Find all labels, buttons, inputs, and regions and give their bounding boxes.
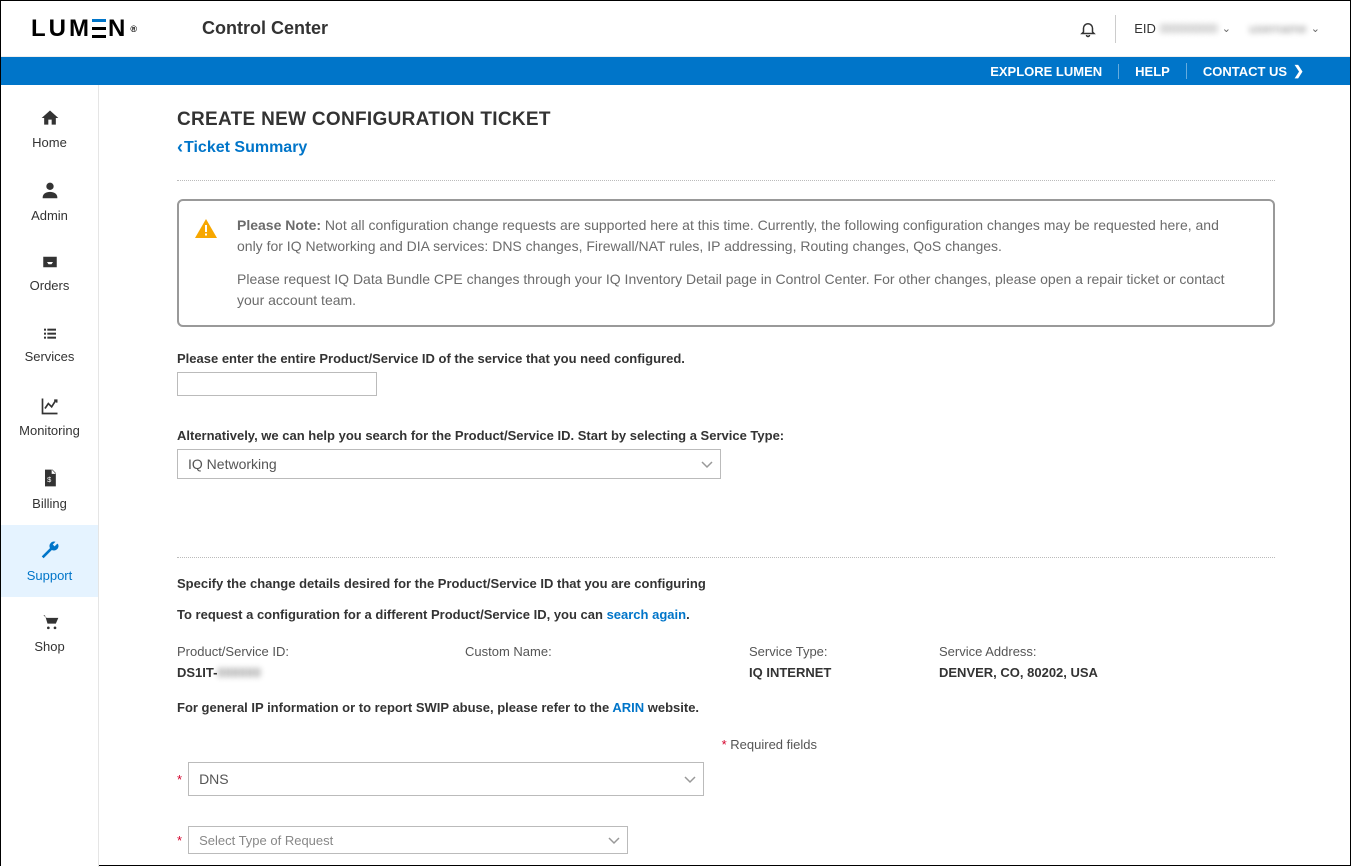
note-text-2: Please request IQ Data Bundle CPE change… (237, 269, 1245, 311)
custom-name-label: Custom Name: (465, 644, 749, 659)
nav-explore-lumen[interactable]: EXPLORE LUMEN (974, 64, 1118, 79)
sidebar-item-label: Monitoring (19, 423, 80, 438)
nav-help[interactable]: HELP (1118, 64, 1186, 79)
sidebar-item-label: Support (27, 568, 73, 583)
search-again-line: To request a configuration for a differe… (177, 607, 1275, 622)
required-fields-label: * Required fields (177, 737, 817, 752)
sidebar: Home Admin Orders Services Monitoring $ … (1, 85, 99, 867)
sidebar-item-label: Services (25, 349, 75, 364)
sidebar-item-shop[interactable]: Shop (1, 597, 98, 669)
user-dropdown[interactable]: username ⌄ (1249, 21, 1320, 36)
details-grid: Product/Service ID: DS1IT-000000 Custom … (177, 644, 1275, 680)
chevron-down-icon: ⌄ (1311, 22, 1320, 35)
list-icon (39, 326, 61, 345)
wrench-icon (39, 539, 61, 564)
sidebar-item-home[interactable]: Home (1, 93, 98, 165)
psid-value: DS1IT-000000 (177, 665, 465, 680)
service-addr-value: DENVER, CO, 80202, USA (939, 665, 1275, 680)
arin-link[interactable]: ARIN (612, 700, 644, 715)
sidebar-item-billing[interactable]: $ Billing (1, 453, 98, 525)
sidebar-item-services[interactable]: Services (1, 309, 98, 381)
service-type-detail-value: IQ INTERNET (749, 665, 939, 680)
user-icon (39, 179, 61, 204)
app-title: Control Center (202, 18, 328, 39)
eid-value: 00000000 (1160, 21, 1218, 36)
divider (177, 557, 1275, 558)
note-label: Please Note: (237, 217, 321, 233)
username-value: username (1249, 21, 1307, 36)
request-type-row: * Select Type of Request (177, 826, 1275, 854)
home-icon (39, 108, 61, 131)
eid-label: EID (1134, 21, 1156, 36)
sidebar-item-support[interactable]: Support (1, 525, 98, 597)
required-marker: * (177, 833, 182, 848)
config-type-row: * DNS (177, 762, 1275, 796)
arin-line: For general IP information or to report … (177, 700, 1275, 715)
chart-icon (39, 396, 61, 419)
service-type-label: Alternatively, we can help you search fo… (177, 428, 1275, 443)
config-type-select[interactable]: DNS (188, 762, 704, 796)
service-type-select[interactable]: IQ Networking (177, 449, 721, 479)
required-marker: * (177, 772, 182, 787)
sidebar-item-label: Billing (32, 496, 67, 511)
header: LUMN® Control Center EID 00000000 ⌄ user… (1, 1, 1350, 57)
header-right: EID 00000000 ⌄ username ⌄ (1079, 15, 1320, 43)
note-box: Please Note: Not all configuration chang… (177, 199, 1275, 327)
invoice-icon: $ (40, 467, 60, 492)
service-addr-label: Service Address: (939, 644, 1275, 659)
back-link[interactable]: ‹Ticket Summary (177, 137, 307, 158)
sidebar-item-label: Admin (31, 208, 68, 223)
psid-label: Product/Service ID: (177, 644, 465, 659)
product-id-input[interactable] (177, 372, 377, 396)
specify-label: Specify the change details desired for t… (177, 576, 1275, 591)
chevron-right-icon: ❯ (1293, 63, 1304, 79)
sidebar-item-monitoring[interactable]: Monitoring (1, 381, 98, 453)
service-type-detail-label: Service Type: (749, 644, 939, 659)
warning-icon (193, 217, 219, 311)
chevron-left-icon: ‹ (177, 137, 183, 158)
inbox-icon (39, 253, 61, 274)
logo[interactable]: LUMN® (31, 15, 137, 43)
divider (177, 180, 1275, 181)
eid-dropdown[interactable]: EID 00000000 ⌄ (1134, 21, 1231, 36)
page-title: CREATE NEW CONFIGURATION TICKET (177, 109, 1275, 131)
sidebar-item-label: Orders (30, 278, 70, 293)
note-text-1: Not all configuration change requests ar… (237, 217, 1219, 254)
cart-icon (39, 612, 61, 635)
chevron-down-icon: ⌄ (1222, 22, 1231, 35)
product-id-label: Please enter the entire Product/Service … (177, 351, 1275, 366)
main-content: CREATE NEW CONFIGURATION TICKET ‹Ticket … (99, 85, 1350, 867)
sidebar-item-orders[interactable]: Orders (1, 237, 98, 309)
divider (1115, 15, 1116, 43)
notifications-icon[interactable] (1079, 19, 1097, 39)
sidebar-item-label: Shop (34, 639, 64, 654)
request-type-select[interactable]: Select Type of Request (188, 826, 628, 854)
sidebar-item-admin[interactable]: Admin (1, 165, 98, 237)
sidebar-item-label: Home (32, 135, 67, 150)
search-again-link[interactable]: search again (607, 607, 687, 622)
nav-contact-us[interactable]: CONTACT US ❯ (1186, 63, 1320, 79)
secondary-nav: EXPLORE LUMEN HELP CONTACT US ❯ (1, 57, 1350, 85)
